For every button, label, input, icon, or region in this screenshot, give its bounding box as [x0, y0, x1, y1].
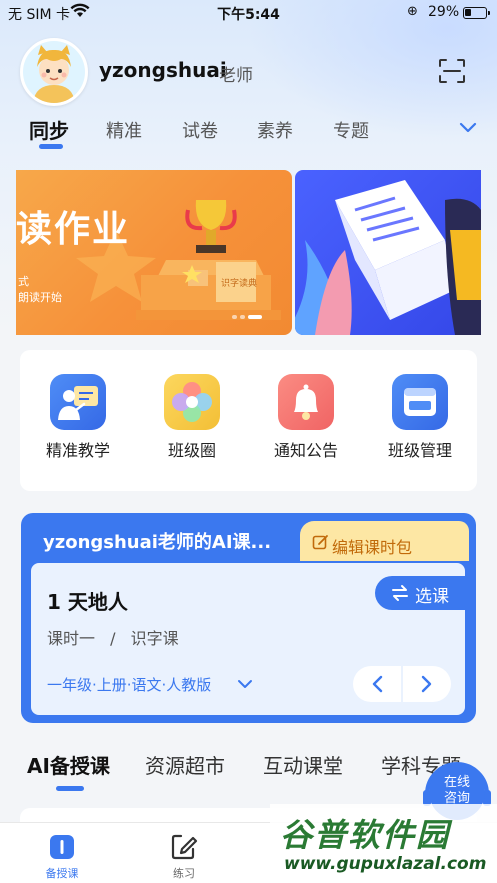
avatar[interactable]	[20, 38, 88, 106]
banner-main[interactable]: 读作业 识字读典 式 朗读开始	[16, 170, 292, 335]
lesson-separator: /	[110, 629, 116, 648]
teacher-board-icon	[50, 374, 106, 430]
quick-action-label: 精准教学	[45, 441, 110, 460]
quick-action-notice[interactable]: 通知公告	[261, 374, 351, 461]
nav-practice[interactable]: 练习	[144, 832, 224, 881]
nav-label: 练习	[173, 867, 195, 880]
chevron-right-icon	[421, 675, 432, 693]
edit-lesson-pack-label: 编辑课时包	[332, 538, 413, 557]
banner-title: 读作业	[16, 209, 131, 250]
tab-literacy[interactable]: 素养	[257, 117, 293, 143]
edit-icon	[312, 534, 329, 551]
battery-icon	[463, 7, 490, 19]
nav-label: 备授课	[45, 867, 79, 880]
scan-icon[interactable]	[437, 57, 467, 85]
quick-actions-card: 精准教学 班级圈 通知公告 班级管理	[20, 350, 477, 491]
window-icon	[392, 374, 448, 430]
banner-illustration	[76, 200, 281, 320]
ai-course-title[interactable]: yzongshuai老师的AI课...	[43, 528, 271, 554]
previous-lesson-button[interactable]	[353, 666, 402, 702]
status-bar: 无 SIM 卡 下午5:44 ⊕ 29%	[0, 0, 497, 26]
tab-ai-lesson-prep[interactable]: AI备授课	[27, 750, 110, 779]
quick-action-label: 通知公告	[273, 441, 338, 460]
banner-dot-active	[248, 315, 262, 319]
ai-course-card: yzongshuai老师的AI课... 编辑课时包 1 天地人 课时一 / 识字…	[21, 513, 476, 723]
quick-action-precise-teaching[interactable]: 精准教学	[33, 374, 123, 461]
chevron-left-icon	[372, 675, 383, 693]
tab-interactive-class[interactable]: 互动课堂	[263, 750, 343, 779]
edit-lesson-pack-button[interactable]: 编辑课时包	[300, 521, 469, 561]
tab-indicator	[39, 144, 63, 149]
tab-precise[interactable]: 精准	[106, 117, 142, 143]
quick-action-label: 班级管理	[387, 441, 452, 460]
tab-exam[interactable]: 试卷	[182, 117, 218, 143]
banner-next[interactable]	[295, 170, 481, 335]
lesson-subtitle: 课时一 / 识字课	[47, 625, 179, 649]
book-illustration	[295, 180, 481, 335]
watermark-brand: 谷普软件园	[280, 816, 451, 854]
tab-topic[interactable]: 专题	[333, 117, 369, 143]
banner-dot	[240, 315, 245, 319]
bell-icon	[278, 374, 334, 430]
next-lesson-button[interactable]	[402, 666, 451, 702]
textbook-selector[interactable]: 一年级·上册·语文·人教版	[47, 674, 211, 695]
chevron-down-icon[interactable]	[458, 117, 478, 137]
book-icon	[47, 832, 77, 862]
lesson-period: 课时一	[47, 629, 96, 648]
banner-dot	[232, 315, 237, 319]
quick-action-class-circle[interactable]: 班级圈	[147, 374, 237, 461]
edit-icon	[169, 832, 199, 862]
lesson-type: 识字课	[130, 629, 179, 648]
user-role: 老师	[219, 66, 253, 86]
online-consult-line-1: 在线	[443, 775, 470, 790]
lesson-pager	[353, 666, 451, 702]
select-course-button[interactable]: 选课	[375, 576, 465, 610]
banner-subtitle-1: 式	[18, 275, 29, 288]
quick-action-label: 班级圈	[167, 441, 216, 460]
quick-action-class-management[interactable]: 班级管理	[375, 374, 465, 461]
lesson-panel: 1 天地人 课时一 / 识字课 选课 一年级·上册·语文·人教版	[31, 563, 465, 715]
tab-sync[interactable]: 同步	[29, 115, 69, 144]
top-tabs: 同步 精准 试卷 素养 专题	[0, 112, 497, 152]
tab-resource-market[interactable]: 资源超市	[145, 750, 225, 779]
chevron-down-icon[interactable]	[237, 676, 253, 692]
select-course-label: 选课	[415, 587, 449, 607]
nav-lesson-prep[interactable]: 备授课	[22, 832, 102, 881]
watermark-logo: 谷普软件园 www.gupuxlazal.com	[270, 804, 497, 883]
lesson-title: 1 天地人	[47, 590, 128, 614]
banner-subtitle-2: 朗读开始	[18, 291, 62, 304]
watermark-url: www.gupuxlazal.com	[284, 854, 487, 874]
clock: 下午5:44	[217, 7, 280, 23]
section-tab-indicator	[56, 786, 84, 791]
user-name: yzongshuai	[99, 58, 227, 82]
battery-percent: 29%	[428, 4, 460, 20]
rotation-lock-icon: ⊕	[407, 4, 418, 19]
flower-icon	[164, 374, 220, 430]
banner-award-label: 识字读典	[221, 279, 258, 289]
swap-icon	[391, 584, 409, 602]
